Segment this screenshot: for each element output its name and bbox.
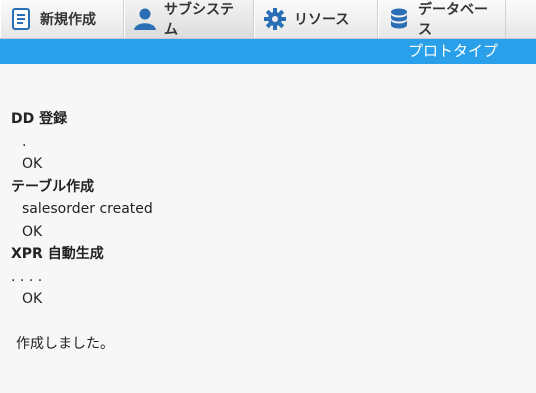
resource-button[interactable]: リソース	[254, 0, 378, 38]
user-icon	[134, 8, 156, 30]
prototype-banner-text: プロトタイプ	[407, 42, 498, 60]
subsystem-button[interactable]: サブシステム	[124, 0, 254, 38]
log-xpr-status: OK	[22, 291, 43, 307]
log-dd-title: DD 登録	[11, 111, 68, 127]
prototype-banner: プロトタイプ	[0, 39, 536, 64]
new-document-icon	[12, 8, 30, 30]
log-table-title: テーブル作成	[11, 178, 95, 195]
database-icon	[391, 8, 407, 29]
log-output: DD 登録 . OK テーブル作成 salesorder created OK …	[0, 64, 536, 355]
log-table-status: OK	[22, 223, 43, 240]
log-spacer	[11, 311, 536, 333]
resource-button-label: リソース	[294, 12, 350, 28]
new-button[interactable]: 新規作成	[0, 0, 124, 38]
new-button-label: 新規作成	[40, 12, 96, 28]
database-button-label: データベース	[418, 2, 488, 38]
subsystem-button-label: サブシステム	[164, 2, 234, 38]
database-button[interactable]: データベース	[378, 0, 506, 38]
log-xpr-progress: . . . .	[11, 268, 43, 285]
toolbar: 新規作成 サブシステム リソース データベース	[0, 0, 536, 39]
gear-icon	[264, 8, 286, 30]
log-dd-status: OK	[22, 156, 43, 172]
log-dd-progress: .	[22, 133, 27, 150]
log-done-message: 作成しました。	[16, 335, 114, 352]
log-xpr-title: XPR 自動生成	[11, 246, 104, 262]
log-table-line: salesorder created	[22, 201, 153, 217]
